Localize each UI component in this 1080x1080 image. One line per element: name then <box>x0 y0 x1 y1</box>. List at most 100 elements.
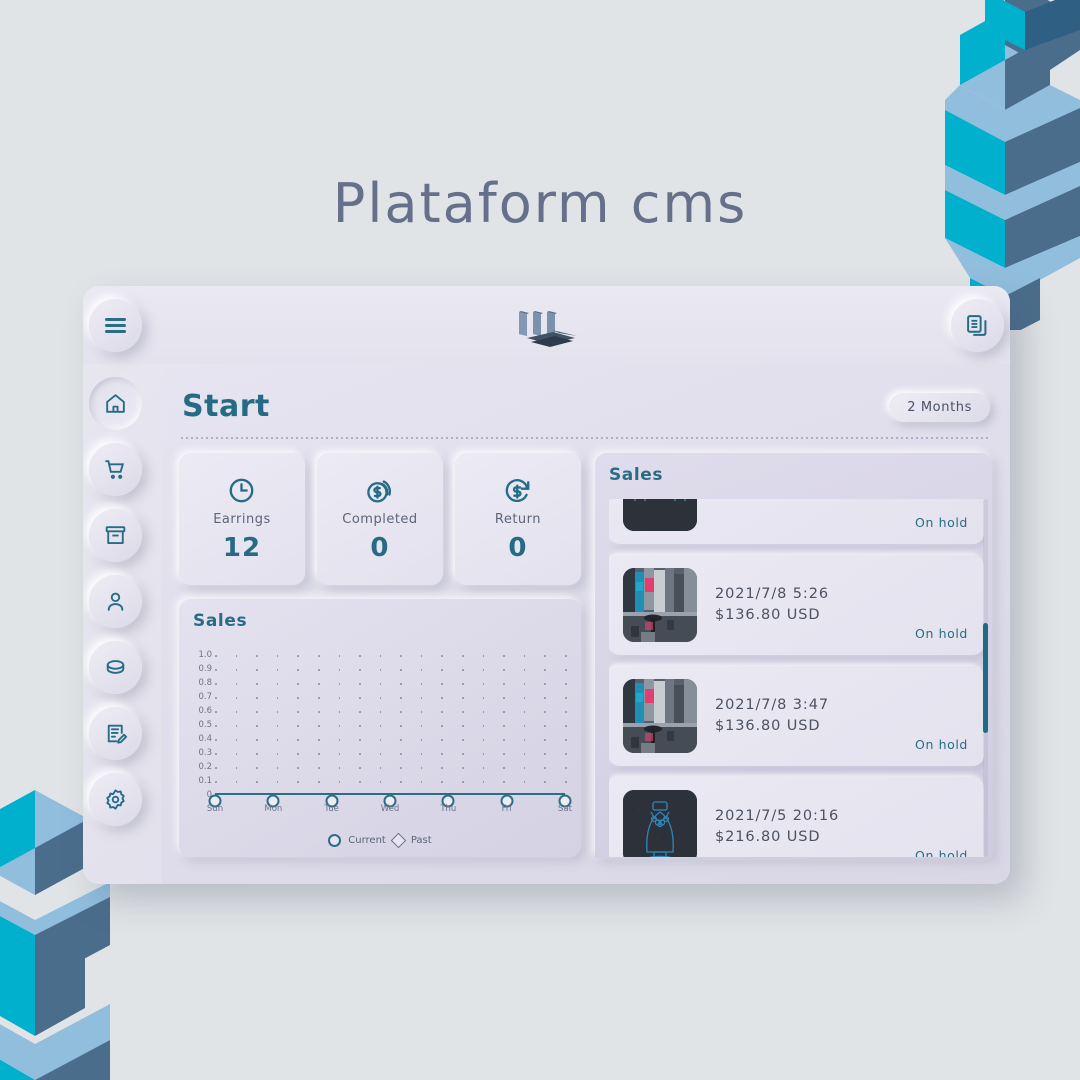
chart-grid-dot <box>297 781 299 783</box>
chart-grid-dot <box>235 781 238 783</box>
stat-card-return[interactable]: Return 0 <box>454 453 581 585</box>
chart-grid-dot <box>523 753 526 755</box>
sidebar-item-settings[interactable] <box>89 773 142 826</box>
chart-grid-dot <box>544 711 546 713</box>
chart-y-tick: 0.6 <box>198 706 212 716</box>
stat-value: 12 <box>222 533 262 563</box>
shopping-cart-icon <box>105 460 125 479</box>
chart-grid-dot <box>420 683 423 685</box>
chart-grid-dot <box>256 767 258 769</box>
chart-x-tick: Tue <box>324 804 339 814</box>
period-selector[interactable]: 2 Months <box>889 393 990 422</box>
chart-grid-dot <box>441 711 444 713</box>
stat-label: Earrings <box>213 512 271 527</box>
chart-grid-dot <box>400 683 402 685</box>
chart-grid-dot <box>462 725 464 727</box>
sales-line-chart: 1.0 0.9 0.8 0.7 0.6 0.5 0.4 0.3 0.2 0.1 0 Sun Mon Tue… <box>198 650 572 814</box>
stat-value: 0 <box>508 533 528 563</box>
sales-list-scroll-thumb[interactable] <box>983 623 988 733</box>
decor-chess-rook-top-right <box>930 0 1080 338</box>
sale-info: 2021/7/5 20:16 $216.80 USD <box>715 806 839 848</box>
chart-grid-dot <box>256 781 258 783</box>
chart-grid-dot <box>317 683 320 685</box>
archive-box-icon <box>105 526 126 544</box>
hamburger-icon <box>105 316 126 336</box>
chart-grid-dot <box>482 753 485 755</box>
chart-grid-dot <box>338 683 341 685</box>
chart-y-tick: 0.2 <box>198 762 212 772</box>
chart-grid-dot <box>523 697 526 699</box>
chart-grid-dot <box>215 767 217 769</box>
sidebar-item-orders[interactable] <box>89 443 142 496</box>
chart-grid-dot <box>441 697 444 699</box>
chart-grid-dot <box>215 655 217 657</box>
chart-y-tick: 0.7 <box>198 692 212 702</box>
chart-grid-dot <box>379 697 382 699</box>
chart-grid-dot <box>276 711 279 713</box>
main-content: Start 2 Months Earrings 12 Completed 0 R… <box>161 365 1010 884</box>
chart-grid-dot <box>359 781 361 783</box>
chart-grid-dot <box>256 753 258 755</box>
chart-grid-dot <box>379 711 382 713</box>
stat-card-completed[interactable]: Completed 0 <box>316 453 443 585</box>
chart-grid-dot <box>338 781 341 783</box>
chart-grid-dot <box>235 683 238 685</box>
sale-list-item[interactable]: 2021/7/8 3:47 $136.80 USD On hold <box>608 666 984 766</box>
sidebar-nav <box>83 364 163 884</box>
chart-grid-dot <box>317 655 320 657</box>
chart-grid-dot <box>420 697 423 699</box>
chart-grid-dot <box>256 683 258 685</box>
sale-amount: $136.80 USD <box>714 718 821 734</box>
app-window: Start 2 Months Earrings 12 Completed 0 R… <box>83 286 1010 884</box>
sale-list-item[interactable]: 2021/7/8 5:26 $136.80 USD On hold <box>608 555 984 655</box>
chart-grid-dot <box>359 767 361 769</box>
chart-grid-dot <box>379 739 382 741</box>
sidebar-item-payments[interactable] <box>89 641 142 694</box>
chart-grid-dot <box>503 683 505 685</box>
chart-grid-dot <box>462 711 464 713</box>
sale-thumbnail <box>622 790 697 857</box>
chart-grid-dot <box>523 669 526 671</box>
chart-grid-dot <box>565 669 567 671</box>
chart-grid-dot <box>503 753 505 755</box>
chart-grid-dot <box>317 781 320 783</box>
chart-grid-dot <box>256 697 258 699</box>
chart-grid-dot <box>338 697 341 699</box>
stat-card-earrings[interactable]: Earrings 12 <box>179 453 305 585</box>
sidebar-item-home[interactable] <box>89 377 142 430</box>
chart-legend: Current Past <box>179 832 581 849</box>
chart-grid-dot <box>317 767 320 769</box>
hamburger-menu-button[interactable] <box>89 299 142 352</box>
chart-grid-dot <box>482 725 485 727</box>
chart-grid-dot <box>420 753 423 755</box>
chart-grid-dot <box>544 739 546 741</box>
sale-list-item[interactable]: 2021/7/5 20:16 $216.80 USD On hold <box>608 777 984 857</box>
chart-grid-dot <box>338 725 341 727</box>
chart-grid-dot <box>235 767 238 769</box>
refresh-money-icon <box>506 479 530 502</box>
chart-grid-dot <box>482 697 485 699</box>
chart-grid-dot <box>297 725 299 727</box>
sales-list[interactable]: On hold 2021/7/8 5:26 $136.80 USD On hold <box>608 499 984 857</box>
chart-grid-dot <box>441 669 444 671</box>
chart-grid-dot <box>317 711 320 713</box>
documents-button[interactable] <box>951 299 1004 352</box>
chart-grid-dot <box>482 683 485 685</box>
chart-grid-dot <box>482 669 485 671</box>
chart-grid-dot <box>503 697 505 699</box>
chart-grid-dot <box>297 711 299 713</box>
chart-grid-dot <box>235 725 238 727</box>
sale-date: 2021/7/8 5:26 <box>714 585 829 602</box>
plataform-logo <box>507 308 587 348</box>
chart-grid-dot <box>359 683 361 685</box>
sidebar-item-reports[interactable] <box>89 707 142 760</box>
sidebar-item-customers[interactable] <box>89 575 142 628</box>
sale-amount: $136.80 USD <box>714 607 821 623</box>
chart-grid-dot <box>297 655 299 657</box>
chart-grid-dot <box>565 711 567 713</box>
chart-grid-dot <box>400 669 402 671</box>
sale-list-item[interactable]: On hold <box>608 499 984 544</box>
legend-current-marker <box>328 834 342 847</box>
sidebar-item-archive[interactable] <box>89 509 142 562</box>
chart-grid-dot <box>338 739 341 741</box>
